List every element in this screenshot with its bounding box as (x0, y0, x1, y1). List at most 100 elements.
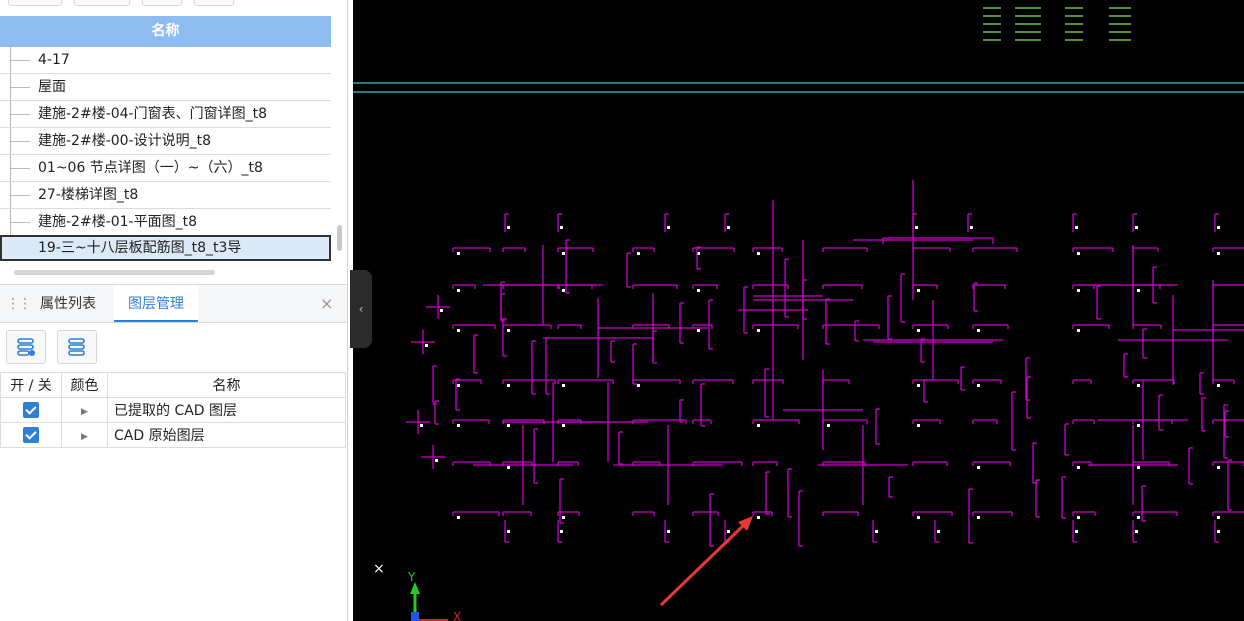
collapse-panel-button[interactable]: ‹ (350, 270, 372, 348)
drawing-list-item[interactable]: 屋面 (0, 74, 331, 101)
rebar-label-dot (435, 459, 438, 462)
toolbar-button-2[interactable] (74, 0, 130, 6)
rebar-label-dot (1217, 252, 1220, 255)
rebar-label-dot (917, 424, 920, 427)
rebar-label-dot (1075, 226, 1078, 229)
rebar-label-dot (457, 516, 460, 519)
layer-visibility-checkbox[interactable] (23, 402, 39, 418)
rebar-label-dot (457, 289, 460, 292)
show-layers-button[interactable] (6, 330, 46, 364)
rebar-label-dot (457, 252, 460, 255)
rebar-label-dot (970, 226, 973, 229)
drawing-list-item[interactable]: 建施-2#楼-01-平面图_t8 (0, 209, 331, 236)
rebar-label-dot (507, 530, 510, 533)
rebar-label-dot (507, 424, 510, 427)
drawing-list-item-selected[interactable]: 19-三~十八层板配筋图_t8_t3导 (0, 235, 331, 261)
rebar-label-dot (1077, 289, 1080, 292)
drawing-list-item[interactable]: 建施-2#楼-00-设计说明_t8 (0, 128, 331, 155)
drawing-list-item[interactable]: 4-17 (0, 47, 331, 74)
ucs-origin-z (411, 612, 419, 621)
rebar-label-dot (1137, 466, 1140, 469)
rebar-label-dot (937, 530, 940, 533)
rebar-layer (406, 180, 1244, 547)
column-header-color: 颜色 (61, 372, 108, 398)
drawing-list: 4-17 屋面 建施-2#楼-04-门窗表、门窗详图_t8 建施-2#楼-00-… (0, 47, 331, 261)
rebar-label-dot (977, 384, 980, 387)
left-panel: 名称 4-17 屋面 建施-2#楼-04-门窗表、门窗详图_t8 建施-2#楼-… (0, 0, 348, 621)
rebar-label-dot (507, 384, 510, 387)
drawing-list-item[interactable]: 27-楼梯详图_t8 (0, 182, 331, 209)
rebar-label-dot (1137, 516, 1140, 519)
layer-table: 开 / 关 颜色 名称 ▶ 已提取的 CAD 图层 ▶ CAD 原始图层 (0, 372, 346, 448)
rebar-label-dot (757, 424, 760, 427)
cad-drawing: × Y X (353, 7, 1244, 621)
hide-layers-button[interactable] (57, 330, 97, 364)
table-row[interactable]: ▶ CAD 原始图层 (0, 422, 346, 448)
drawing-list-item-label: 19-三~十八层板配筋图_t8_t3导 (38, 240, 242, 256)
layers-show-icon (17, 338, 35, 356)
rebar-label-dot (1077, 466, 1080, 469)
layer-table-header-row: 开 / 关 颜色 名称 (0, 372, 346, 398)
drawing-list-item[interactable]: 01~06 节点详图（一）~（六）_t8 (0, 155, 331, 182)
rebar-label-dot (757, 252, 760, 255)
rebar-label-dot (560, 530, 563, 533)
drawing-list-header: 名称 (0, 16, 331, 47)
drawing-list-vertical-scrollbar[interactable] (337, 225, 342, 251)
rebar-label-dot (425, 344, 428, 347)
column-header-name: 名称 (107, 372, 346, 398)
text-marks (983, 7, 1131, 41)
rebar-label-dot (457, 424, 460, 427)
rebar-label-dot (562, 424, 565, 427)
rebar-label-dot (1137, 384, 1140, 387)
ucs-x-label: X (453, 610, 461, 621)
column-header-toggle: 开 / 关 (0, 372, 62, 398)
panel-divider (0, 284, 348, 285)
rebar-label-dot (562, 289, 565, 292)
rebar-label-dot (1217, 530, 1220, 533)
rebar-label-dot (560, 226, 563, 229)
toolbar-button-1[interactable] (8, 0, 62, 6)
close-icon[interactable]: × (320, 294, 333, 313)
rebar-label-dot (1217, 516, 1220, 519)
rebar-label-dot (917, 384, 920, 387)
rebar-label-dot (667, 530, 670, 533)
rebar-label-dot (1217, 384, 1220, 387)
drawing-list-item-label: 建施-2#楼-00-设计说明_t8 (38, 133, 212, 149)
toolbar-button-4[interactable] (194, 0, 234, 6)
rebar-label-dot (1077, 252, 1080, 255)
rebar-label-dot (1135, 226, 1138, 229)
toolbar-button-3[interactable] (142, 0, 182, 6)
rebar-label-dot (1077, 516, 1080, 519)
rebar-label-dot (637, 252, 640, 255)
rebar-label-dot (697, 289, 700, 292)
rebar-label-dot (977, 329, 980, 332)
annotation-arrow (659, 521, 748, 607)
rebar-label-dot (507, 466, 510, 469)
drag-grip-icon[interactable]: ⋮⋮ (6, 296, 32, 312)
layer-visibility-checkbox[interactable] (23, 427, 39, 443)
rebar-label-dot (637, 384, 640, 387)
rebar-label-dot (1075, 530, 1078, 533)
rebar-label-dot (562, 516, 565, 519)
expand-triangle-icon[interactable]: ▶ (81, 407, 88, 417)
cursor-cross-icon: × (373, 561, 385, 577)
rebar-label-dot (1137, 289, 1140, 292)
rebar-label-dot (915, 226, 918, 229)
rebar-label-dot (1217, 466, 1220, 469)
rebar-label-dot (1135, 530, 1138, 533)
cad-viewport[interactable]: × Y X (353, 0, 1244, 621)
rebar-label-dot (507, 329, 510, 332)
rebar-label-dot (1077, 329, 1080, 332)
rebar-label-dot (727, 226, 730, 229)
tab-properties[interactable]: 属性列表 (40, 286, 96, 322)
rebar-label-dot (757, 516, 760, 519)
layer-name: 已提取的 CAD 图层 (107, 397, 346, 423)
rebar-label-dot (917, 289, 920, 292)
drawing-list-horizontal-scrollbar[interactable] (14, 270, 215, 275)
table-row[interactable]: ▶ 已提取的 CAD 图层 (0, 397, 346, 423)
drawing-list-item-label: 屋面 (38, 79, 66, 95)
tab-layer-management[interactable]: 图层管理 (114, 286, 198, 322)
expand-triangle-icon[interactable]: ▶ (81, 432, 88, 442)
drawing-list-item[interactable]: 建施-2#楼-04-门窗表、门窗详图_t8 (0, 101, 331, 128)
rebar-label-dot (562, 384, 565, 387)
